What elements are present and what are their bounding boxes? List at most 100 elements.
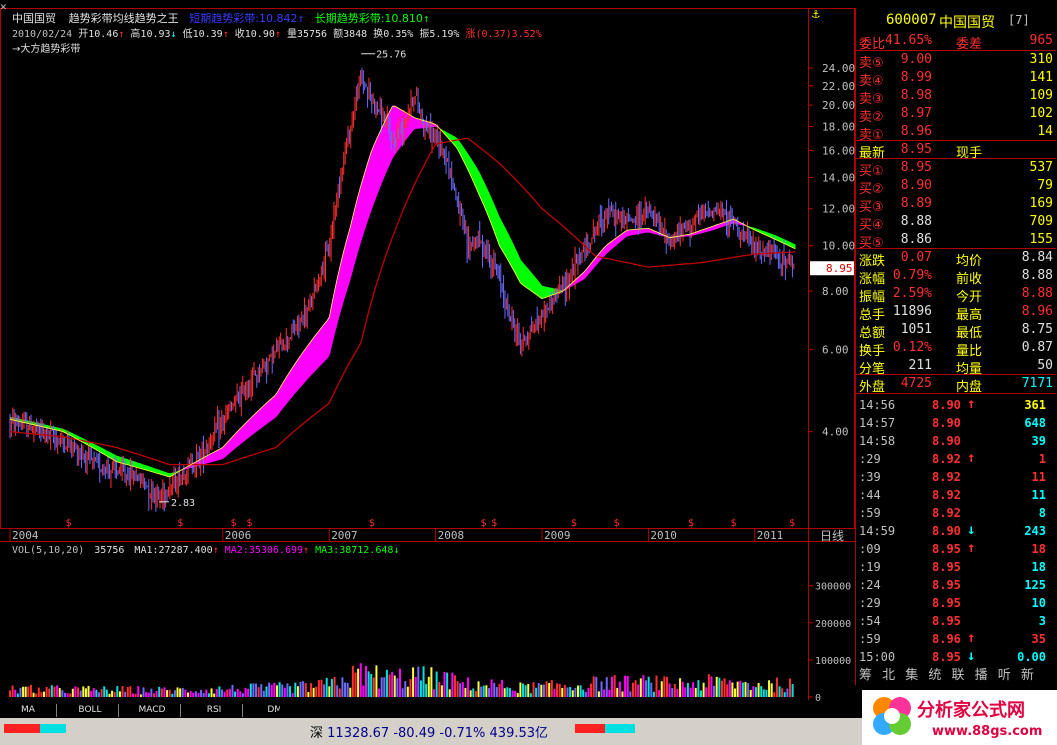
chart-header-line2: 2010/02/24 开10.46↑ 高10.93↓ 低10.39↑ 收10.9… [12, 29, 542, 40]
outer-value: 4725 [900, 376, 932, 391]
tick-time: :29 [859, 452, 881, 466]
x-tick-label: 2011 [757, 529, 784, 542]
tab-rsi[interactable]: RSI [186, 704, 243, 717]
latest-row: 最新 8.95 现手 [856, 141, 1056, 161]
bid-row: 买④ 8.88 709 [856, 213, 1056, 233]
tick-volume: 18 [1031, 560, 1046, 574]
tick-price: 8.92 [932, 488, 961, 502]
ask-row: 卖② 8.97 102 [856, 105, 1056, 125]
logo-title: 分析家公式网 [917, 700, 1025, 721]
index-change: -80.49 [393, 726, 436, 741]
anchor-icon[interactable]: ⚓ [812, 7, 820, 22]
volume-ma2-arrow: ↑ [303, 545, 310, 556]
tick-time: :39 [859, 470, 881, 484]
bid-price: 8.90 [900, 178, 932, 193]
moving-average-lines [9, 105, 796, 478]
short-band-value: 短期趋势彩带:10.842 [189, 12, 298, 25]
volume-ma1-arrow: ↑ [212, 545, 219, 556]
x-tick-label: 2006 [225, 529, 252, 542]
bid-volume: 155 [1029, 232, 1053, 247]
panel-bottom-tabs[interactable]: 筹 北 集 统 联 播 听 新 [859, 664, 1037, 683]
tab-ma[interactable]: MA [0, 704, 57, 717]
y-tick-label: 4.00 [822, 426, 849, 439]
bid-price: 8.86 [900, 232, 932, 247]
tick-volume: 35 [1031, 632, 1046, 646]
panel-separator [856, 393, 1056, 394]
signal-marker: $ [230, 518, 236, 529]
tick-time: :09 [859, 542, 881, 556]
y-tick-label: 14.00 [822, 171, 855, 184]
tick-volume: 1 [1038, 452, 1046, 466]
stat-value-2: 8.96 [1021, 304, 1053, 319]
volume-bars [9, 663, 794, 697]
tick-volume: 0.00 [1017, 650, 1046, 664]
bid-price: 8.95 [900, 160, 932, 175]
tick-volume: 39 [1031, 434, 1046, 448]
tick-volume: 361 [1024, 398, 1046, 412]
tick-price: 8.95 [932, 560, 961, 574]
tick-volume: 10 [1031, 596, 1046, 610]
stat-value-2: 50 [1037, 358, 1053, 373]
signal-marker: $ [177, 518, 183, 529]
stat-row: 涨跌 0.07 均价 8.84 [856, 249, 1056, 269]
weibi-value: 41.65% [885, 33, 932, 48]
close-icon[interactable]: ✕ [0, 0, 7, 13]
stat-row: 总手 11896 最高 8.96 [856, 303, 1056, 323]
signal-marker: $ [66, 518, 72, 529]
tick-row: 14:58 8.90 39 [856, 432, 1056, 450]
volume-ma3: MA3:38712.648 [315, 545, 394, 556]
tick-price: 8.90 [932, 416, 961, 430]
chart-gridlines [0, 8, 855, 700]
tick-price: 8.92 [932, 452, 961, 466]
tick-time: :24 [859, 578, 881, 592]
tick-arrow: ↑ [967, 540, 976, 556]
tick-time: 14:59 [859, 524, 896, 538]
ask-row: 卖③ 8.98 109 [856, 87, 1056, 107]
signal-marker: $ [613, 518, 619, 529]
tab-boll[interactable]: BOLL [62, 704, 119, 717]
volume-ma3-arrow: ↓ [393, 545, 400, 556]
info-change: 涨(0.37)3.52% [465, 29, 542, 40]
info-high: 高10.93 [130, 29, 171, 40]
x-tick-label: 2010 [650, 529, 677, 542]
tick-volume: 11 [1031, 470, 1046, 484]
tick-volume: 8 [1038, 506, 1046, 520]
stat-value: 0.07 [900, 250, 932, 265]
tick-row: 14:57 8.90 648 [856, 414, 1056, 432]
tick-price: 8.96 [932, 632, 961, 646]
ask-price: 8.98 [900, 88, 932, 103]
long-band-value: 长期趋势彩带:10.810 [314, 12, 423, 25]
flower-logo-icon [873, 697, 911, 735]
signal-marker: $ [688, 518, 694, 529]
tick-arrow: ↑ [967, 396, 976, 412]
stat-value-2: 8.75 [1021, 322, 1053, 337]
signal-marker: $ [571, 518, 577, 529]
main-chart[interactable]: 4.00 6.00 8.00 10.00 12.00 14.00 16.00 18.00 20.… [0, 0, 855, 704]
ask-volume: 109 [1029, 88, 1053, 103]
stat-row: 换手 0.12% 量比 0.87 [856, 339, 1056, 359]
vol-y-tick-label: 100000 [815, 656, 851, 667]
bid-row: 买② 8.90 79 [856, 177, 1056, 197]
tick-price: 8.90 [932, 434, 961, 448]
chart-annotations: 25.76 2.83 [158, 50, 406, 509]
tick-time: :54 [859, 614, 881, 628]
tab-strip-filler [280, 704, 855, 717]
volume-ma2: MA2:35306.699 [224, 545, 304, 556]
tick-time: 14:56 [859, 398, 896, 412]
index-value: 11328.67 [327, 726, 390, 741]
toolbar-icons[interactable]: ✕ [0, 0, 7, 13]
logo-url: www.88gs.com [932, 724, 1043, 739]
y-tick-label: 12.00 [822, 203, 855, 216]
info-volume: 量35756 [286, 29, 328, 40]
tick-row: :09 8.95 ↑ 18 [856, 540, 1056, 558]
tick-time: 15:00 [859, 650, 896, 664]
stat-value-2: 8.88 [1021, 286, 1053, 301]
tick-price: 8.90 [932, 398, 961, 412]
tick-price: 8.92 [932, 506, 961, 520]
tab-macd[interactable]: MACD [124, 704, 181, 717]
tick-price: 8.95 [932, 614, 961, 628]
tick-arrow: ↓ [967, 648, 976, 664]
stat-row: 涨幅 0.79% 前收 8.88 [856, 267, 1056, 287]
panel-badge[interactable]: [7] [1008, 13, 1030, 27]
tick-row: :54 8.95 3 [856, 612, 1056, 630]
